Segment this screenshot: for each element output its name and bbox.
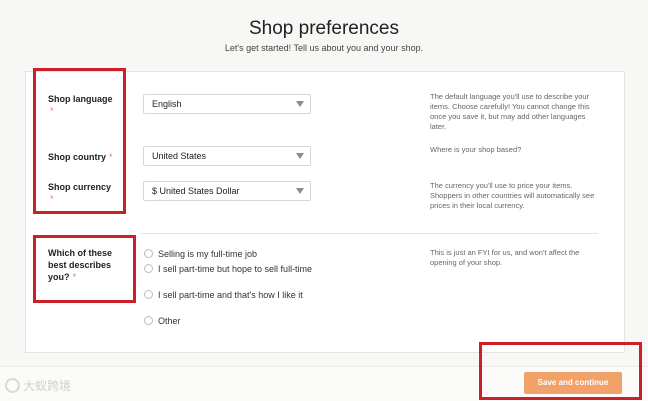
shop-language-help: The default language you'll use to descr… [430, 92, 590, 131]
annotation-box-save [479, 342, 642, 400]
radio-button[interactable] [144, 290, 153, 299]
section-divider [140, 233, 598, 234]
radio-button[interactable] [144, 264, 153, 273]
shop-language-value: English [152, 99, 182, 109]
chevron-down-icon [296, 101, 304, 107]
chevron-down-icon [296, 188, 304, 194]
chevron-down-icon [296, 153, 304, 159]
shop-country-select[interactable]: United States [143, 146, 311, 166]
watermark-logo-icon [5, 378, 20, 393]
watermark: 大蚁跨境 [5, 377, 71, 394]
describes-you-help: This is just an FYI for us, and won't af… [430, 248, 580, 267]
shop-country-help: Where is your shop based? [430, 145, 522, 154]
radio-button[interactable] [144, 249, 153, 258]
shop-language-select[interactable]: English [143, 94, 311, 114]
shop-country-value: United States [152, 151, 207, 161]
page-title: Shop preferences [249, 18, 399, 39]
radio-button[interactable] [144, 316, 153, 325]
shop-currency-value: $ United States Dollar [152, 186, 240, 196]
annotation-box-shop-fields [33, 68, 126, 214]
shop-currency-help: The currency you'll use to price your it… [430, 181, 595, 210]
shop-currency-select[interactable]: $ United States Dollar [143, 181, 311, 201]
page-subtitle: Let's get started! Tell us about you and… [224, 43, 424, 53]
annotation-box-describes-you [33, 235, 136, 303]
